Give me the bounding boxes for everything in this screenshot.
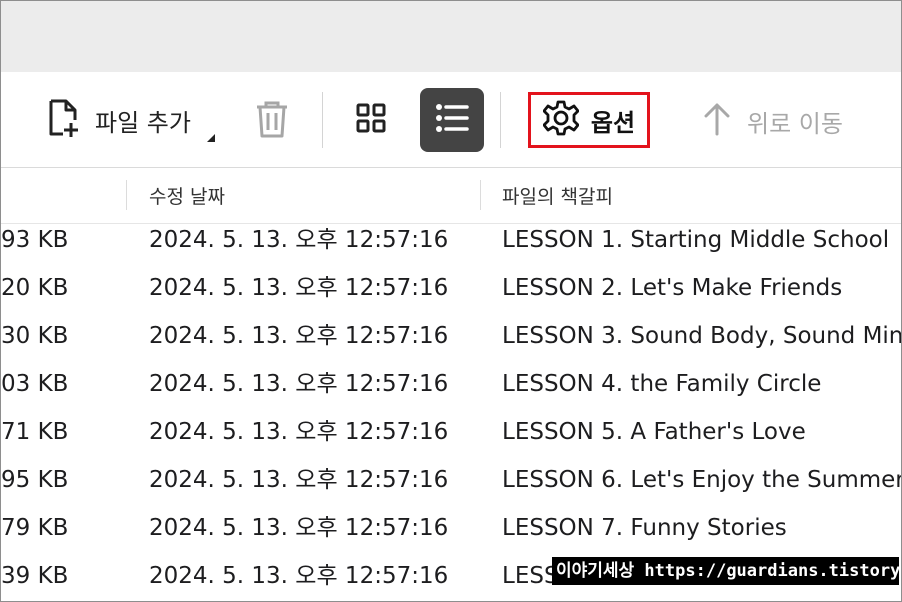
modified-date: 2024. 5. 13. 오후 12:57:16 [149, 467, 449, 493]
modified-date: 2024. 5. 13. 오후 12:57:16 [149, 275, 449, 301]
grid-icon [355, 102, 387, 138]
arrow-up-icon [703, 102, 731, 140]
table-row[interactable]: 71 KB 2024. 5. 13. 오후 12:57:16 LESSON 5.… [1, 416, 901, 464]
file-size: 93 KB [1, 227, 69, 253]
move-up-button[interactable]: 위로 이동 [703, 102, 843, 140]
file-size: 03 KB [1, 371, 69, 397]
file-size: 79 KB [1, 515, 69, 541]
bookmark-text: LESSON 1. Starting Middle School [502, 227, 890, 253]
bookmark-text: LESSON 7. Funny Stories [502, 515, 787, 541]
table-row[interactable]: 30 KB 2024. 5. 13. 오후 12:57:16 LESSON 3.… [1, 320, 901, 368]
column-header-bookmarks[interactable]: 파일의 책갈피 [502, 182, 613, 209]
watermark: 이야기세상 https://guardians.tistory.com [552, 557, 901, 585]
grid-view-button[interactable] [355, 102, 387, 138]
modified-date: 2024. 5. 13. 오후 12:57:16 [149, 323, 449, 349]
modified-date: 2024. 5. 13. 오후 12:57:16 [149, 419, 449, 445]
trash-icon [254, 99, 290, 143]
modified-date: 2024. 5. 13. 오후 12:57:16 [149, 515, 449, 541]
toolbar-divider [500, 92, 501, 148]
title-bar[interactable] [1, 1, 901, 72]
file-table: 93 KB 2024. 5. 13. 오후 12:57:16 LESSON 1.… [1, 224, 901, 601]
file-size: 39 KB [1, 563, 69, 589]
bookmark-text: LESSON 4. the Family Circle [502, 371, 822, 397]
table-row[interactable]: 95 KB 2024. 5. 13. 오후 12:57:16 LESSON 6.… [1, 464, 901, 512]
bookmark-text: LESSON 3. Sound Body, Sound Mind [502, 323, 902, 349]
table-row[interactable]: 93 KB 2024. 5. 13. 오후 12:57:16 LESSON 1.… [1, 224, 901, 272]
bookmark-text: LESSON 6. Let's Enjoy the Summer [502, 467, 902, 493]
file-size: 20 KB [1, 275, 69, 301]
modified-date: 2024. 5. 13. 오후 12:57:16 [149, 563, 449, 589]
bookmark-text: LESSON 2. Let's Make Friends [502, 275, 843, 301]
list-view-button[interactable] [420, 88, 484, 152]
file-size: 71 KB [1, 419, 69, 445]
column-divider[interactable] [480, 180, 481, 210]
add-files-label: 파일 추가 [95, 108, 191, 137]
column-divider[interactable] [126, 180, 127, 210]
toolbar: 파일 추가 옵션 위로 이동 [1, 72, 901, 168]
gear-icon [542, 100, 580, 140]
bookmark-text: LESSON 5. A Father's Love [502, 419, 806, 445]
file-size: 95 KB [1, 467, 69, 493]
add-files-button[interactable]: 파일 추가 [47, 98, 215, 142]
delete-button[interactable] [254, 99, 290, 143]
options-label: 옵션 [590, 108, 636, 137]
table-row[interactable]: 03 KB 2024. 5. 13. 오후 12:57:16 LESSON 4.… [1, 368, 901, 416]
add-file-icon [47, 98, 81, 142]
options-button[interactable]: 옵션 [528, 92, 650, 148]
toolbar-divider [322, 92, 323, 148]
column-header-modified-date[interactable]: 수정 날짜 [149, 182, 225, 209]
modified-date: 2024. 5. 13. 오후 12:57:16 [149, 227, 449, 253]
app-window: 파일 추가 옵션 위로 이동 수정 날짜 파일의 책갈피 93 KB 2024.… [0, 0, 902, 602]
table-row[interactable]: 20 KB 2024. 5. 13. 오후 12:57:16 LESSON 2.… [1, 272, 901, 320]
list-icon [435, 103, 469, 137]
move-up-label: 위로 이동 [747, 109, 843, 138]
table-header: 수정 날짜 파일의 책갈피 [1, 168, 901, 224]
table-row[interactable]: 79 KB 2024. 5. 13. 오후 12:57:16 LESSON 7.… [1, 512, 901, 560]
chevron-down-icon [207, 134, 215, 142]
modified-date: 2024. 5. 13. 오후 12:57:16 [149, 371, 449, 397]
file-size: 30 KB [1, 323, 69, 349]
